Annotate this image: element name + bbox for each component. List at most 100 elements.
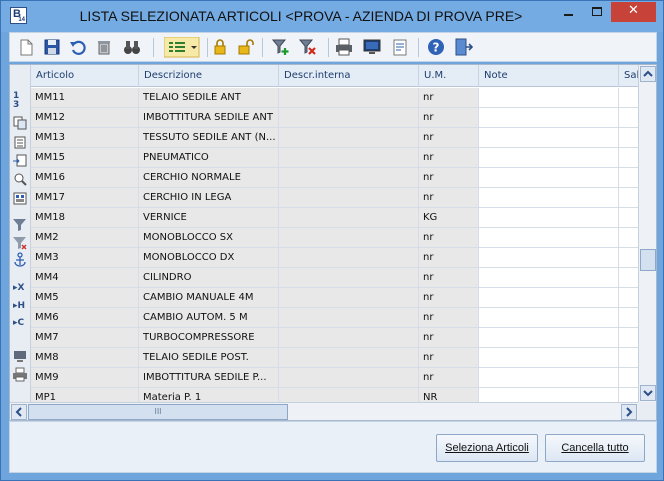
cell-descrizione[interactable]: MONOBLOCCO DX	[139, 248, 279, 268]
scroll-down-button[interactable]	[640, 385, 656, 401]
title-bar[interactable]: B 14 LISTA SELEZIONATA ARTICOLI <PROVA -…	[1, 1, 663, 32]
cell-descr-interna[interactable]	[279, 228, 419, 248]
filter-remove-icon[interactable]	[298, 37, 318, 57]
cell-descr-interna[interactable]	[279, 88, 419, 108]
table-row[interactable]: MM12 IMBOTTITURA SEDILE ANT nr	[31, 108, 638, 128]
table-row[interactable]: MP1 Materia P. 1 NR	[31, 388, 638, 402]
cell-um[interactable]: nr	[419, 228, 479, 248]
filter-icon[interactable]	[12, 217, 28, 232]
lock-icon[interactable]	[210, 37, 230, 57]
cell-saldo[interactable]	[619, 188, 638, 208]
close-button[interactable]: ✕	[611, 2, 656, 22]
cell-descrizione[interactable]: TELAIO SEDILE POST.	[139, 348, 279, 368]
export-x-label[interactable]: ▸X	[13, 284, 24, 293]
cell-descrizione[interactable]: Materia P. 1	[139, 388, 279, 402]
cell-descr-interna[interactable]	[279, 168, 419, 188]
cell-um[interactable]: nr	[419, 248, 479, 268]
cell-articolo[interactable]: MM2	[31, 228, 139, 248]
table-row[interactable]: MM7 TURBOCOMPRESSORE nr	[31, 328, 638, 348]
table-row[interactable]: MM15 PNEUMATICO nr	[31, 148, 638, 168]
cell-descrizione[interactable]: CILINDRO	[139, 268, 279, 288]
cell-descrizione[interactable]: TESSUTO SEDILE ANT (N...	[139, 128, 279, 148]
cell-um[interactable]: nr	[419, 368, 479, 388]
cell-note[interactable]	[479, 188, 619, 208]
cell-note[interactable]	[479, 348, 619, 368]
cell-descr-interna[interactable]	[279, 308, 419, 328]
vertical-scrollbar[interactable]	[638, 65, 656, 402]
cell-descrizione[interactable]: CERCHIO IN LEGA	[139, 188, 279, 208]
column-header-articolo[interactable]: Articolo	[31, 65, 139, 87]
cell-descrizione[interactable]: CAMBIO MANUALE 4M	[139, 288, 279, 308]
help-icon[interactable]: ?	[426, 37, 446, 57]
table-row[interactable]: MM16 CERCHIO NORMALE nr	[31, 168, 638, 188]
cell-note[interactable]	[479, 268, 619, 288]
cell-descr-interna[interactable]	[279, 188, 419, 208]
cell-um[interactable]: nr	[419, 328, 479, 348]
delete-icon[interactable]	[94, 37, 114, 57]
cell-um[interactable]: nr	[419, 268, 479, 288]
cell-articolo[interactable]: MM16	[31, 168, 139, 188]
table-row[interactable]: MM18 VERNICE KG	[31, 208, 638, 228]
sort-numeric-label[interactable]: 1 3	[13, 92, 19, 110]
cell-note[interactable]	[479, 368, 619, 388]
column-header-um[interactable]: U.M.	[419, 65, 479, 87]
cell-saldo[interactable]	[619, 348, 638, 368]
columns-dropdown-icon[interactable]	[163, 36, 200, 58]
cell-descrizione[interactable]: TELAIO SEDILE ANT	[139, 88, 279, 108]
cell-um[interactable]: nr	[419, 308, 479, 328]
cell-descr-interna[interactable]	[279, 328, 419, 348]
cell-saldo[interactable]	[619, 368, 638, 388]
cell-um[interactable]: nr	[419, 148, 479, 168]
cell-saldo[interactable]	[619, 208, 638, 228]
cell-note[interactable]	[479, 108, 619, 128]
cell-descr-interna[interactable]	[279, 108, 419, 128]
cell-descrizione[interactable]: PNEUMATICO	[139, 148, 279, 168]
list-icon[interactable]	[12, 135, 28, 150]
cell-descr-interna[interactable]	[279, 148, 419, 168]
screen-icon[interactable]	[12, 349, 28, 364]
seleziona-articoli-button[interactable]: Seleziona Articoli	[436, 434, 538, 462]
cell-note[interactable]	[479, 328, 619, 348]
export-c-label[interactable]: ▸C	[13, 319, 24, 328]
cell-um[interactable]: KG	[419, 208, 479, 228]
cell-articolo[interactable]: MM15	[31, 148, 139, 168]
cell-note[interactable]	[479, 168, 619, 188]
vertical-scroll-thumb[interactable]	[640, 249, 656, 271]
minimize-button[interactable]	[555, 2, 583, 22]
cell-descrizione[interactable]: VERNICE	[139, 208, 279, 228]
cell-descrizione[interactable]: CAMBIO AUTOM. 5 M	[139, 308, 279, 328]
cell-um[interactable]: nr	[419, 108, 479, 128]
scroll-right-button[interactable]	[621, 404, 637, 420]
cell-saldo[interactable]	[619, 128, 638, 148]
column-header-descrizione[interactable]: Descrizione	[139, 65, 279, 87]
cell-descr-interna[interactable]	[279, 388, 419, 402]
cell-note[interactable]	[479, 248, 619, 268]
unlock-icon[interactable]	[236, 37, 256, 57]
zoom-icon[interactable]	[12, 172, 28, 187]
cell-descr-interna[interactable]	[279, 288, 419, 308]
maximize-button[interactable]	[583, 2, 611, 22]
cell-note[interactable]	[479, 288, 619, 308]
cell-descr-interna[interactable]	[279, 208, 419, 228]
cell-saldo[interactable]	[619, 388, 638, 402]
cell-note[interactable]	[479, 308, 619, 328]
cell-saldo[interactable]	[619, 108, 638, 128]
cell-note[interactable]	[479, 88, 619, 108]
table-row[interactable]: MM5 CAMBIO MANUALE 4M nr	[31, 288, 638, 308]
cell-saldo[interactable]	[619, 328, 638, 348]
save-icon[interactable]	[42, 37, 62, 57]
column-header-descr-interna[interactable]: Descr.interna	[279, 65, 419, 87]
cell-um[interactable]: nr	[419, 188, 479, 208]
cell-articolo[interactable]: MM12	[31, 108, 139, 128]
cell-saldo[interactable]	[619, 248, 638, 268]
cell-descrizione[interactable]: MONOBLOCCO SX	[139, 228, 279, 248]
cell-articolo[interactable]: MM9	[31, 368, 139, 388]
cell-descr-interna[interactable]	[279, 348, 419, 368]
cell-articolo[interactable]: MM3	[31, 248, 139, 268]
cell-saldo[interactable]	[619, 88, 638, 108]
cell-saldo[interactable]	[619, 148, 638, 168]
table-row[interactable]: MM11 TELAIO SEDILE ANT nr	[31, 88, 638, 108]
cell-articolo[interactable]: MM18	[31, 208, 139, 228]
table-row[interactable]: MM17 CERCHIO IN LEGA nr	[31, 188, 638, 208]
cell-saldo[interactable]	[619, 268, 638, 288]
